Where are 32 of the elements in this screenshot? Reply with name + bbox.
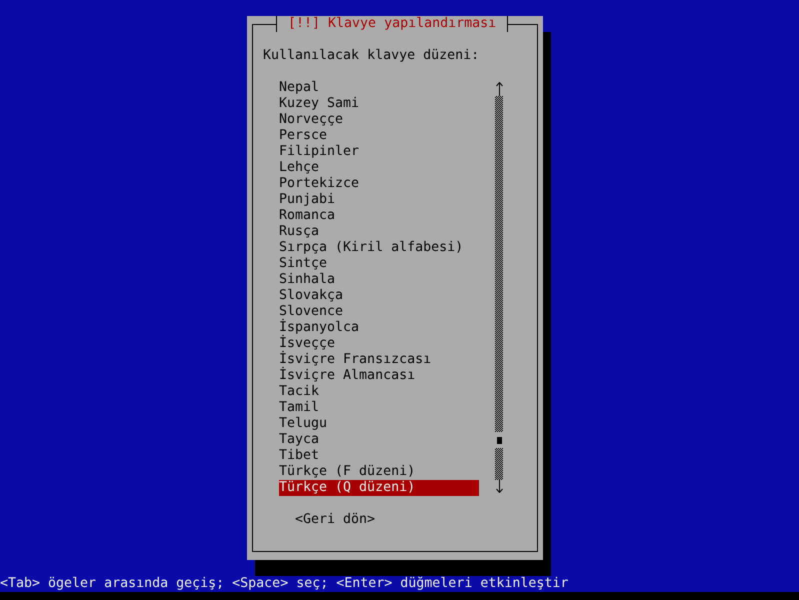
list-item[interactable]: Rusça	[279, 224, 479, 240]
list-item[interactable]: İsviçre Fransızcası	[279, 352, 479, 368]
scroll-down-arrow-icon	[496, 480, 502, 493]
list-item[interactable]: Sinhala	[279, 272, 479, 288]
back-button[interactable]: <Geri dön>	[295, 512, 376, 528]
list-item[interactable]: Lehçe	[279, 160, 479, 176]
list-item[interactable]: Norveççe	[279, 112, 479, 128]
list-item[interactable]: Persce	[279, 128, 479, 144]
list-item[interactable]: Tacik	[279, 384, 479, 400]
list-item[interactable]: Türkçe (Q düzeni)	[279, 480, 479, 496]
list-item[interactable]: Punjabi	[279, 192, 479, 208]
list-item[interactable]: İsveççe	[279, 336, 479, 352]
list-item[interactable]: İsviçre Almancası	[279, 368, 479, 384]
list-item[interactable]: Filipinler	[279, 144, 479, 160]
list-item[interactable]: Slovakça	[279, 288, 479, 304]
scroll-up-arrow-icon	[496, 82, 502, 96]
list-item[interactable]: Türkçe (F düzeni)	[279, 464, 479, 480]
dialog-title: [!!] Klavye yapılandırması	[276, 16, 508, 32]
help-text: <Tab> ögeler arasında geçiş; <Space> seç; <Enter> düğmeleri etkinleştir	[0, 576, 568, 592]
prompt-text: Kullanılacak klavye düzeni:	[263, 48, 480, 64]
list-item[interactable]: Kuzey Sami	[279, 96, 479, 112]
list-item[interactable]: Portekizce	[279, 176, 479, 192]
list-item[interactable]: Romanca	[279, 208, 479, 224]
list-item[interactable]: Sintçe	[279, 256, 479, 272]
list-item[interactable]: İspanyolca	[279, 320, 479, 336]
list-item[interactable]: Slovence	[279, 304, 479, 320]
list-item[interactable]: Telugu	[279, 416, 479, 432]
list-item[interactable]: Tayca	[279, 432, 479, 448]
list-item[interactable]: Sırpça (Kiril alfabesi)	[279, 240, 479, 256]
list-item[interactable]: Nepal	[279, 80, 479, 96]
list-item[interactable]: Tamil	[279, 400, 479, 416]
list-item[interactable]: Tibet	[279, 448, 479, 464]
